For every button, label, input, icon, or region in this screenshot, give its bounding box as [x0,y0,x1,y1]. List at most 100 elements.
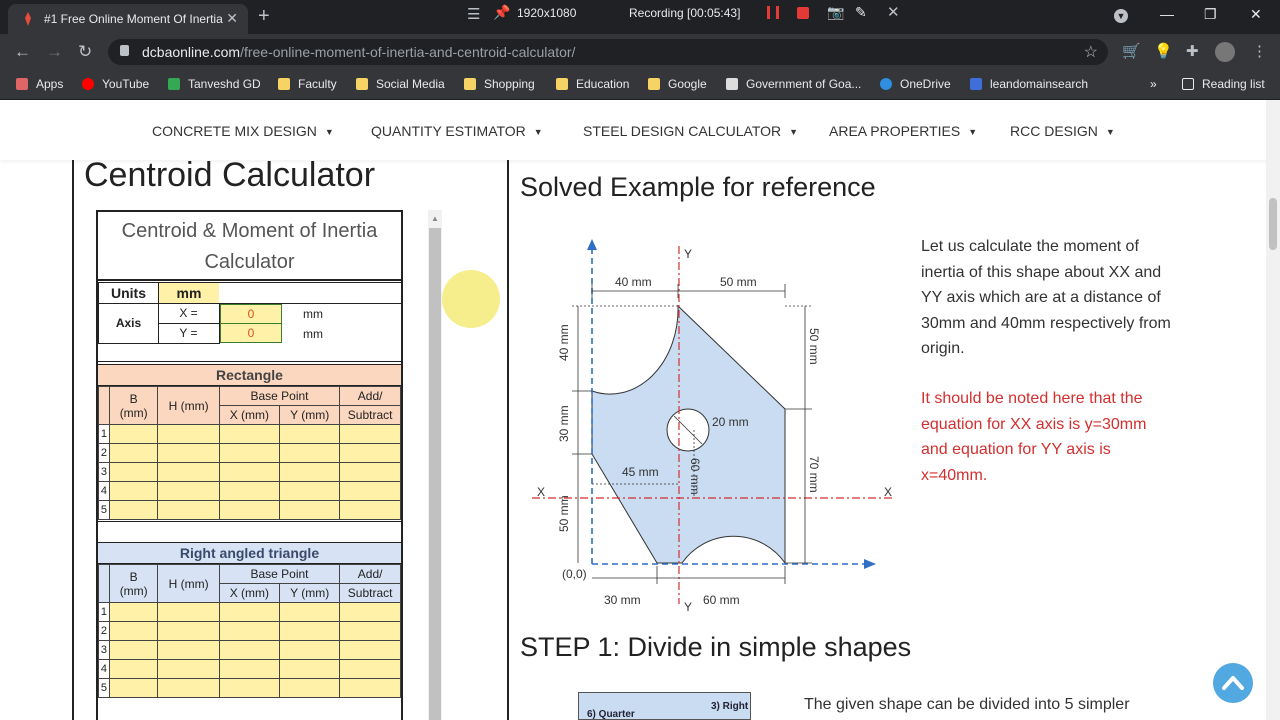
rect-input[interactable] [218,500,281,520]
rect-input[interactable] [339,443,401,463]
rect-input[interactable] [157,443,220,463]
bookmark-faculty[interactable]: Faculty [278,77,337,91]
rect-input[interactable] [278,424,341,444]
back-icon[interactable]: ← [14,42,31,62]
tri-input[interactable] [278,678,341,698]
profile-dropdown-icon[interactable]: ▼ [1114,9,1128,23]
rect-input[interactable] [339,424,401,444]
tri-input[interactable] [157,621,220,641]
tri-input[interactable] [108,678,159,698]
tri-input[interactable] [339,659,401,679]
tri-input[interactable] [278,602,341,622]
tri-input[interactable] [157,602,220,622]
tri-input[interactable] [108,640,159,660]
bookmark-youtube[interactable]: YouTube [82,77,149,91]
bulb-extension-icon[interactable]: 💡 [1154,42,1173,60]
rect-input[interactable] [108,500,159,520]
page-scrollbar-thumb[interactable] [1269,198,1277,250]
scroll-to-top-button[interactable] [1213,663,1253,703]
tri-input[interactable] [157,640,220,660]
pen-icon[interactable]: ✎ [855,4,867,21]
rect-input[interactable] [218,462,281,482]
tri-input[interactable] [108,621,159,641]
pin-icon[interactable]: 📌 [493,4,510,21]
rect-input[interactable] [157,500,220,520]
bookmark-social-media[interactable]: Social Media [356,77,445,91]
rect-input[interactable] [278,500,341,520]
rect-input[interactable] [278,481,341,501]
bookmark-shopping[interactable]: Shopping [464,77,535,91]
nav-quantity-estimator[interactable]: QUANTITY ESTIMATOR ▼ [371,123,543,139]
bookmark-apps[interactable]: Apps [16,77,63,91]
tri-input[interactable] [278,659,341,679]
reload-icon[interactable]: ↻ [78,42,92,62]
tab-close-icon[interactable]: ✕ [226,10,238,27]
pause-icon[interactable] [767,6,779,19]
tri-input[interactable] [339,640,401,660]
extensions-puzzle-icon[interactable]: ✚ [1186,42,1199,60]
scroll-up-icon[interactable]: ▲ [431,214,439,223]
tri-input[interactable] [157,678,220,698]
rect-input[interactable] [278,462,341,482]
bookmark-education[interactable]: Education [556,77,629,91]
tri-input[interactable] [218,602,281,622]
camera-icon[interactable]: 📷 [827,4,844,21]
window-close-icon[interactable]: ✕ [1250,6,1262,23]
rect-input[interactable] [108,462,159,482]
tri-input[interactable] [339,678,401,698]
bookmark-government[interactable]: Government of Goa... [726,77,861,91]
bookmark-google[interactable]: Google [648,77,707,91]
profile-avatar[interactable] [1215,42,1235,62]
tri-input[interactable] [278,640,341,660]
rect-input[interactable] [339,462,401,482]
rect-input[interactable] [278,443,341,463]
rect-input[interactable] [108,443,159,463]
bookmark-star-icon[interactable]: ☆ [1084,42,1098,62]
rect-input[interactable] [157,481,220,501]
bookmark-onedrive[interactable]: OneDrive [880,77,951,91]
tri-input[interactable] [339,602,401,622]
cart-extension-icon[interactable]: 🛒 [1122,42,1141,60]
bookmarks-overflow[interactable]: » [1150,77,1157,91]
tri-input[interactable] [339,621,401,641]
recorder-close-icon[interactable]: ✕ [887,3,900,21]
rect-input[interactable] [218,481,281,501]
tri-input[interactable] [218,640,281,660]
browser-tab[interactable]: #1 Free Online Moment Of Inertia ✕ [8,4,248,34]
rect-input[interactable] [157,462,220,482]
tri-input[interactable] [218,678,281,698]
nav-area-properties[interactable]: AREA PROPERTIES ▼ [829,123,977,139]
maximize-icon[interactable]: ❐ [1204,6,1217,23]
stop-icon[interactable] [797,7,809,19]
rect-input[interactable] [218,424,281,444]
nav-steel-design-calculator[interactable]: STEEL DESIGN CALCULATOR ▼ [583,123,798,139]
rect-input[interactable] [157,424,220,444]
tri-input[interactable] [218,659,281,679]
units-select[interactable]: mm [158,282,220,304]
forward-icon[interactable]: → [46,42,63,62]
rect-input[interactable] [108,481,159,501]
bookmark-tanveshd[interactable]: Tanveshd GD [168,77,261,91]
page-scrollbar[interactable] [1266,100,1280,720]
tri-input[interactable] [157,659,220,679]
rect-input[interactable] [108,424,159,444]
rect-input[interactable] [339,481,401,501]
nav-concrete-mix-design[interactable]: CONCRETE MIX DESIGN ▼ [152,123,334,139]
more-menu-icon[interactable]: ⋮ [1252,42,1267,60]
new-tab-button[interactable]: + [258,5,270,28]
rect-input[interactable] [339,500,401,520]
bookmark-leandomainsearch[interactable]: leandomainsearch [970,77,1088,91]
y-axis-input[interactable]: 0 [220,323,282,343]
x-axis-input[interactable]: 0 [220,304,282,324]
reading-list[interactable]: Reading list [1182,77,1265,91]
calculator-scrollbar[interactable]: ▲ [428,210,442,720]
url-input[interactable]: dcbaonline.com/free-online-moment-of-ine… [108,39,1108,65]
menu-icon[interactable]: ☰ [467,5,480,23]
scrollbar-thumb[interactable] [429,228,441,720]
nav-rcc-design[interactable]: RCC DESIGN ▼ [1010,123,1115,139]
tri-input[interactable] [108,602,159,622]
rect-input[interactable] [218,443,281,463]
tri-input[interactable] [278,621,341,641]
minimize-icon[interactable]: — [1160,6,1174,22]
tri-input[interactable] [218,621,281,641]
